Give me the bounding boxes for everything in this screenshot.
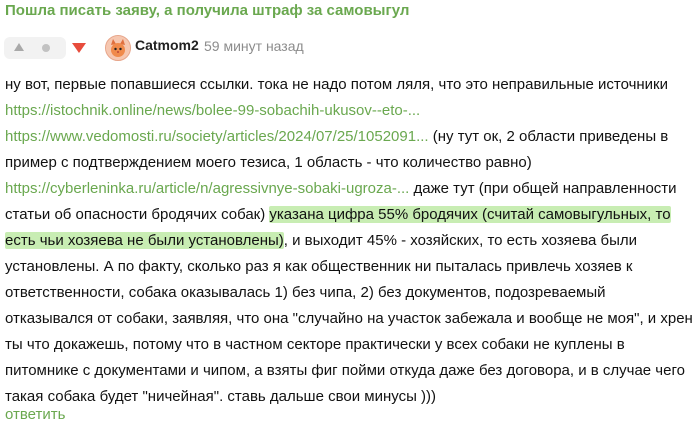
comment-text: даже тут (при общей направленности xyxy=(409,180,677,197)
dot-icon xyxy=(42,44,50,52)
source-link-vedomosti[interactable]: https://www.vedomosti.ru/society/article… xyxy=(5,128,429,145)
comment-time[interactable]: 59 минут назад xyxy=(204,38,304,54)
comment-line: ответственности, собака оказывалась 1) б… xyxy=(5,284,606,301)
comment-author[interactable]: Catmom2 xyxy=(135,37,199,53)
comment-line: пример с подтверждением моего тезиса, 1 … xyxy=(5,154,532,171)
comment-body: ну вот, первые попавшиеся ссылки. тока н… xyxy=(5,72,695,410)
comment-text: статьи об опасности бродячих собак) xyxy=(5,206,270,223)
comment-screen: Пошла писать заяву, а получила штраф за … xyxy=(0,0,700,424)
comment-line: https://cyberleninka.ru/article/n/agress… xyxy=(5,176,695,202)
comment-line: статьи об опасности бродячих собак) указ… xyxy=(5,202,695,228)
avatar[interactable] xyxy=(105,35,131,61)
highlighted-quote: есть чьи хозяева не были установлены) xyxy=(5,232,284,249)
comment-line: питомнике с документами и чипом, а взяты… xyxy=(5,362,685,379)
comment-text: (ну тут ок, 2 области приведены в xyxy=(428,128,669,145)
arrow-down-icon[interactable] xyxy=(72,43,86,53)
vote-panel xyxy=(4,37,66,59)
arrow-up-icon[interactable] xyxy=(14,43,24,51)
comment-line: отказывался от собаки, заявляя, что она … xyxy=(5,310,693,327)
comment-line: ну вот, первые попавшиеся ссылки. тока н… xyxy=(5,76,668,93)
comment-line: ты что докажешь, потому что в частном се… xyxy=(5,336,625,353)
post-title[interactable]: Пошла писать заяву, а получила штраф за … xyxy=(5,2,409,19)
source-link-cyberleninka[interactable]: https://cyberleninka.ru/article/n/agress… xyxy=(5,180,409,197)
comment-line: есть чьи хозяева не были установлены), и… xyxy=(5,228,695,254)
source-link-istochnik[interactable]: https://istochnik.online/news/bolee-99-s… xyxy=(5,102,420,119)
comment-line: такая собака будет "ничейная". ставь дал… xyxy=(5,388,437,405)
comment-line: https://www.vedomosti.ru/society/article… xyxy=(5,124,695,150)
comment-text: , и выходит 45% - хозяйских, то есть хоз… xyxy=(283,232,638,249)
cat-avatar-icon xyxy=(106,36,130,60)
comment-line: установлены. А по факту, сколько раз я к… xyxy=(5,258,633,275)
reply-button[interactable]: ответить xyxy=(5,406,65,423)
comment-line: https://istochnik.online/news/bolee-99-s… xyxy=(5,98,695,124)
highlighted-quote: указана цифра 55% бродячих (считай самов… xyxy=(269,206,671,223)
